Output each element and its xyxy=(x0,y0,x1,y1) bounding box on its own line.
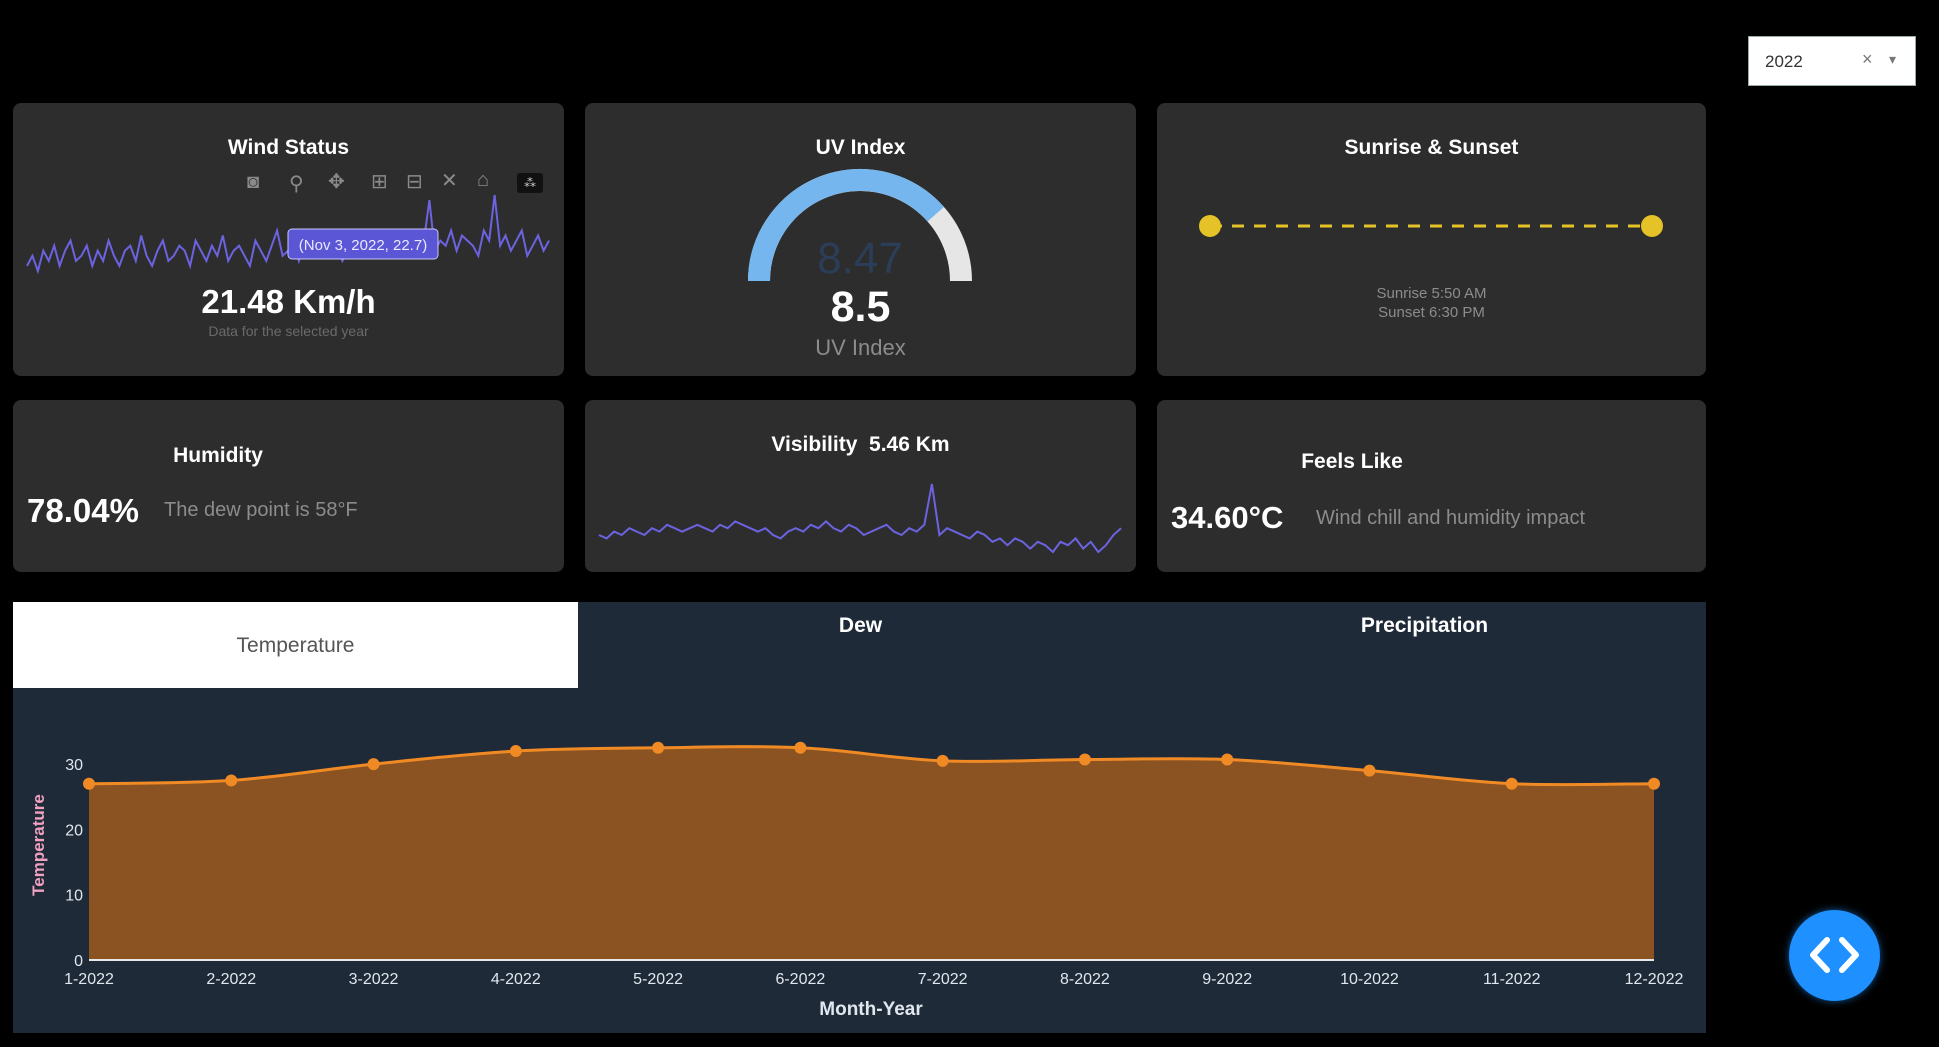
y-axis-label: Temperature xyxy=(29,794,48,896)
humidity-title: Humidity xyxy=(173,444,263,467)
temperature-point-11-2022 xyxy=(1505,777,1518,790)
temperature-point-3-2022 xyxy=(367,758,380,771)
year-select-value: 2022 xyxy=(1765,52,1803,71)
y-tick-label: 30 xyxy=(65,757,83,774)
temperature-chart: 0 10 20 30 1-2022 2-2022 3-2022 4-2022 5-2022 6-… xyxy=(29,741,1684,1020)
sunset-text: Sunset 6:30 PM xyxy=(1378,304,1485,321)
temperature-point-7-2022 xyxy=(936,754,949,767)
y-tick-label: 20 xyxy=(65,822,83,839)
tab-temperature-label: Temperature xyxy=(236,634,355,657)
y-tick-label: 10 xyxy=(65,888,83,905)
wind-caption: Data for the selected year xyxy=(208,323,369,339)
x-tick-label: 4-2022 xyxy=(491,971,541,988)
humidity-card: Humidity 78.04% The dew point is 58°F xyxy=(13,400,564,572)
temperature-point-2-2022 xyxy=(225,774,238,787)
temperature-point-12-2022 xyxy=(1648,777,1660,790)
x-tick-label: 7-2022 xyxy=(918,971,968,988)
chevron-down-icon[interactable]: ▾ xyxy=(1889,51,1896,68)
tab-dew[interactable]: Dew xyxy=(578,602,1143,688)
temperature-point-4-2022 xyxy=(509,745,522,758)
humidity-value: 78.04% xyxy=(27,492,139,529)
nav-toggle-button[interactable] xyxy=(1789,910,1880,1001)
wind-status-card: Wind Status (Nov 3, 2022, 22.7) ◙ ⚲ ✥ ⊞ … xyxy=(13,103,564,376)
code-chevrons-icon xyxy=(1810,937,1859,973)
reset-axes-icon[interactable]: ⌂ xyxy=(477,169,489,192)
humidity-caption: The dew point is 58°F xyxy=(164,499,358,521)
zoom-icon[interactable]: ⚲ xyxy=(289,171,304,196)
sun-timeline xyxy=(1199,215,1663,237)
feels-like-card: Feels Like 34.60°C Wind chill and humidi… xyxy=(1157,400,1706,572)
tab-dew-label: Dew xyxy=(838,614,883,637)
temperature-point-9-2022 xyxy=(1221,753,1234,766)
zoom-out-icon[interactable]: ⊟ xyxy=(406,169,423,194)
wind-tooltip: (Nov 3, 2022, 22.7) xyxy=(287,228,439,260)
x-tick-label: 6-2022 xyxy=(775,971,825,988)
x-axis-label: Month-Year xyxy=(819,999,923,1020)
autoscale-icon[interactable]: ✕ xyxy=(441,168,458,193)
y-tick-label: 0 xyxy=(74,953,83,970)
uv-ghost-value: 8.47 xyxy=(817,234,903,283)
visibility-series-line xyxy=(598,483,1122,554)
temperature-point-8-2022 xyxy=(1078,753,1091,766)
feels-like-value: 34.60°C xyxy=(1171,500,1284,535)
temperature-point-1-2022 xyxy=(83,777,95,790)
x-tick-label: 9-2022 xyxy=(1202,971,1252,988)
temperature-point-10-2022 xyxy=(1363,764,1376,777)
wind-tooltip-text: (Nov 3, 2022, 22.7) xyxy=(299,237,427,254)
visibility-sparkline xyxy=(598,483,1122,554)
x-tick-label: 12-2022 xyxy=(1625,971,1684,988)
visibility-card: Visibility 5.46 Km xyxy=(585,400,1136,572)
temperature-point-6-2022 xyxy=(794,741,807,754)
x-tick-label: 8-2022 xyxy=(1060,971,1110,988)
x-tick-label: 3-2022 xyxy=(349,971,399,988)
tab-precipitation[interactable]: Precipitation xyxy=(1143,602,1706,688)
pan-icon[interactable]: ✥ xyxy=(328,169,345,194)
sunrise-dot xyxy=(1199,215,1221,237)
camera-icon[interactable]: ◙ xyxy=(247,171,259,194)
sunset-dot xyxy=(1641,215,1663,237)
wind-value: 21.48 Km/h xyxy=(201,283,376,320)
x-tick-label: 5-2022 xyxy=(633,971,683,988)
temperature-point-5-2022 xyxy=(652,741,665,754)
x-tick-label: 11-2022 xyxy=(1483,971,1541,988)
tab-precipitation-label: Precipitation xyxy=(1360,614,1489,637)
x-tick-label: 2-2022 xyxy=(206,971,256,988)
uv-label: UV Index xyxy=(815,335,906,360)
sunrise-text: Sunrise 5:50 AM xyxy=(1376,285,1487,302)
feels-like-caption: Wind chill and humidity impact xyxy=(1316,507,1585,529)
sunrise-sunset-card: Sunrise & Sunset Sunrise 5:50 AM Sunset … xyxy=(1157,103,1706,376)
year-select[interactable]: 2022 × ▾ xyxy=(1748,36,1916,86)
uv-value: 8.5 xyxy=(830,283,891,331)
x-tick-label: 1-2022 xyxy=(64,971,114,988)
temperature-area xyxy=(89,746,1654,960)
temperature-chart-panel: 0 10 20 30 1-2022 2-2022 3-2022 4-2022 5-2022 6-… xyxy=(13,688,1706,1033)
feels-like-title: Feels Like xyxy=(1301,450,1403,473)
uv-index-card: UV Index 8.47 8.5 UV Index xyxy=(585,103,1136,376)
plotly-logo-icon[interactable]: ⁂ xyxy=(517,173,543,193)
zoom-in-icon[interactable]: ⊞ xyxy=(371,169,388,194)
x-tick-label: 10-2022 xyxy=(1340,971,1399,988)
tab-temperature[interactable]: Temperature xyxy=(13,602,578,688)
close-icon[interactable]: × xyxy=(1862,49,1873,70)
